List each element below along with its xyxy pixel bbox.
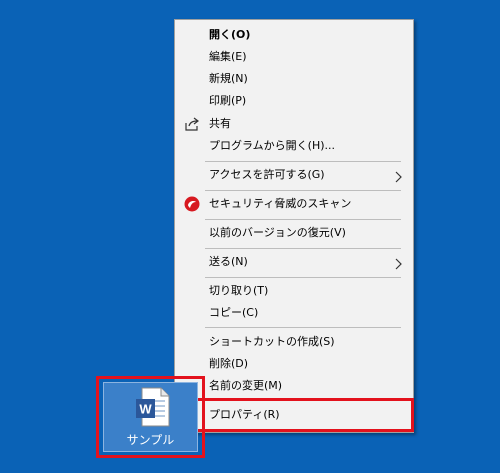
file-highlight-box [96, 376, 205, 458]
menu-item-restore-versions[interactable]: 以前のバージョンの復元(V) [175, 222, 413, 244]
menu-item-print[interactable]: 印刷(P) [175, 90, 413, 112]
menu-item-label: コピー(C) [209, 306, 259, 319]
menu-separator [205, 248, 401, 249]
menu-item-copy[interactable]: コピー(C) [175, 302, 413, 324]
menu-item-label: ショートカットの作成(S) [209, 335, 335, 348]
share-icon [184, 116, 200, 132]
menu-item-open[interactable]: 開く(O) [175, 24, 413, 46]
menu-item-label: 切り取り(T) [209, 284, 269, 297]
security-scan-icon [184, 196, 200, 212]
desktop: 開く(O) 編集(E) 新規(N) 印刷(P) 共有 プログラムから開く(H).… [0, 0, 500, 473]
menu-item-give-access[interactable]: アクセスを許可する(G) [175, 164, 413, 186]
menu-item-label: 削除(D) [209, 357, 249, 370]
menu-item-delete[interactable]: 削除(D) [175, 353, 413, 375]
menu-separator [205, 327, 401, 328]
menu-item-label: 印刷(P) [209, 94, 247, 107]
menu-item-label: プログラムから開く(H)... [209, 139, 336, 152]
chevron-right-icon [395, 169, 403, 183]
menu-item-label: 編集(E) [209, 50, 247, 63]
menu-separator [205, 161, 401, 162]
menu-item-label: 名前の変更(M) [209, 379, 283, 392]
menu-separator [205, 277, 401, 278]
menu-item-send-to[interactable]: 送る(N) [175, 251, 413, 273]
menu-item-new[interactable]: 新規(N) [175, 68, 413, 90]
menu-separator [205, 190, 401, 191]
menu-item-share[interactable]: 共有 [175, 113, 413, 135]
menu-item-rename[interactable]: 名前の変更(M) [175, 375, 413, 397]
menu-item-label: 共有 [209, 117, 231, 130]
menu-item-cut[interactable]: 切り取り(T) [175, 280, 413, 302]
chevron-right-icon [395, 256, 403, 270]
menu-item-label: 以前のバージョンの復元(V) [209, 226, 346, 239]
menu-item-label: 開く(O) [209, 28, 251, 41]
menu-item-label: アクセスを許可する(G) [209, 168, 325, 181]
menu-item-edit[interactable]: 編集(E) [175, 46, 413, 68]
properties-highlight-box [174, 398, 414, 432]
menu-item-security-scan[interactable]: セキュリティ脅威のスキャン [175, 193, 413, 215]
menu-item-label: 新規(N) [209, 72, 248, 85]
menu-item-create-shortcut[interactable]: ショートカットの作成(S) [175, 331, 413, 353]
menu-item-open-with[interactable]: プログラムから開く(H)... [175, 135, 413, 157]
menu-item-label: 送る(N) [209, 255, 248, 268]
menu-item-label: セキュリティ脅威のスキャン [209, 197, 352, 210]
menu-separator [205, 219, 401, 220]
context-menu: 開く(O) 編集(E) 新規(N) 印刷(P) 共有 プログラムから開く(H).… [174, 19, 414, 433]
